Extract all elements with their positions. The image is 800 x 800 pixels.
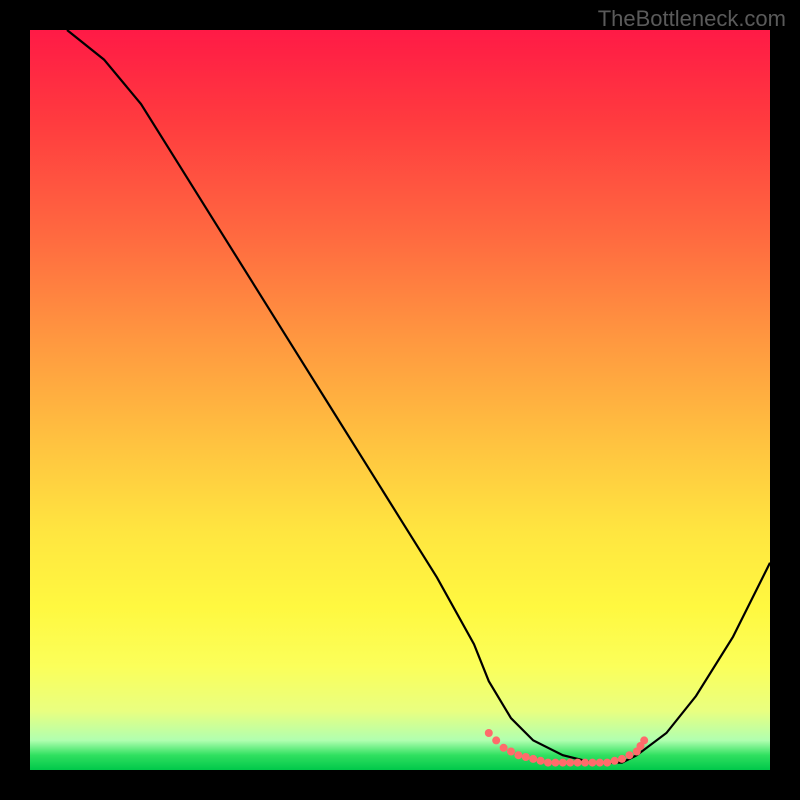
dot-point — [507, 748, 515, 756]
dot-point — [500, 744, 508, 752]
dot-point — [559, 759, 567, 767]
dot-point — [596, 759, 604, 767]
chart-svg — [30, 30, 770, 770]
dot-point — [588, 759, 596, 767]
dot-point — [625, 751, 633, 759]
dot-point — [514, 751, 522, 759]
dot-point — [529, 755, 537, 763]
dot-point — [581, 759, 589, 767]
dot-point — [611, 757, 619, 765]
dot-point — [551, 759, 559, 767]
dot-point — [574, 759, 582, 767]
dot-point — [603, 759, 611, 767]
dot-point — [537, 757, 545, 765]
dotted-segment — [485, 729, 648, 767]
dot-point — [485, 729, 493, 737]
dot-point — [640, 736, 648, 744]
watermark-text: TheBottleneck.com — [598, 6, 786, 32]
dot-point — [618, 755, 626, 763]
main-curve-line — [67, 30, 770, 763]
dot-point — [522, 753, 530, 761]
chart-plot-area — [30, 30, 770, 770]
dot-point — [544, 759, 552, 767]
dot-point — [566, 759, 574, 767]
dot-point — [492, 736, 500, 744]
